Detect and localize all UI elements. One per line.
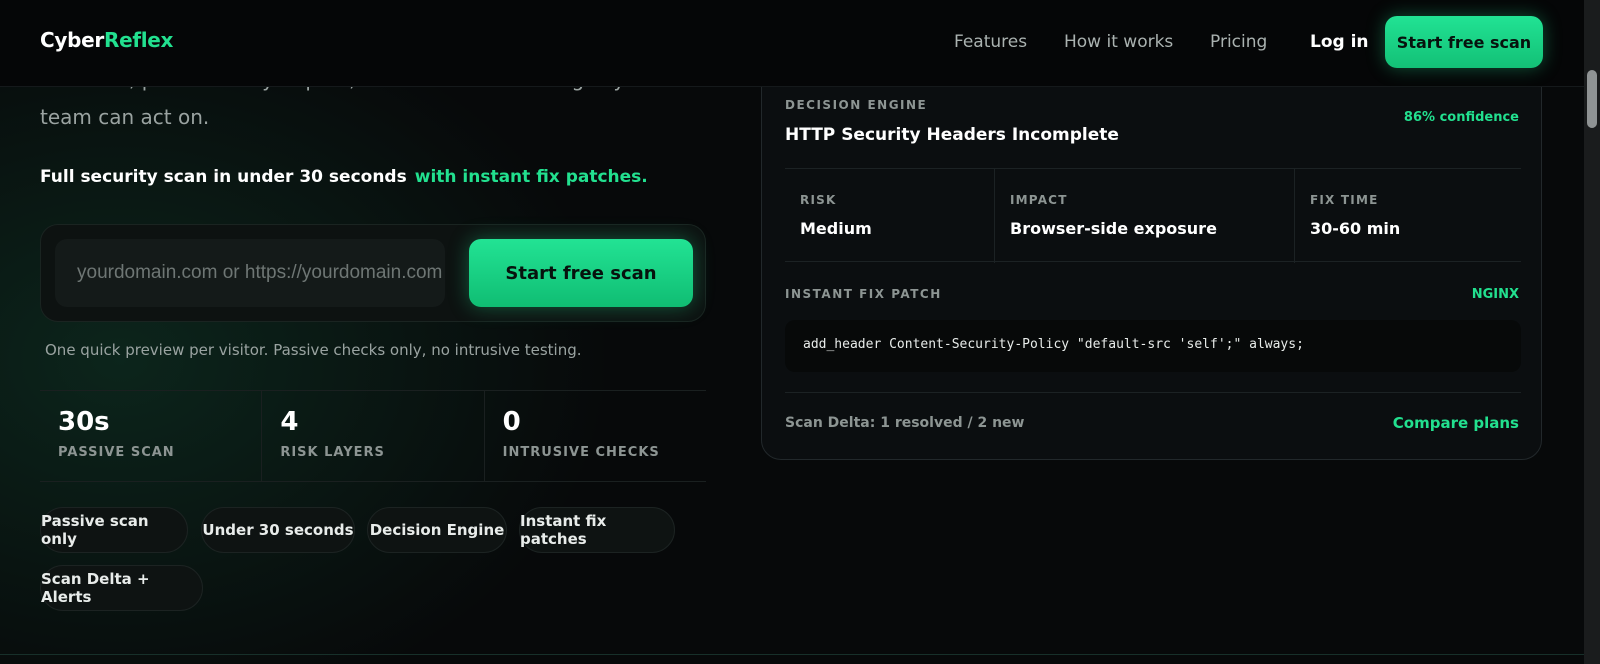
stats-row: 30s PASSIVE SCAN 4 RISK LAYERS 0 INTRUSI…: [40, 390, 706, 482]
metric-fix-time: FIX TIME 30-60 min: [1294, 169, 1521, 263]
logo-part-reflex: Reflex: [103, 28, 174, 52]
metric-value: Browser-side exposure: [1010, 219, 1217, 238]
nav-features[interactable]: Features: [954, 32, 1027, 52]
card-divider: [785, 392, 1521, 393]
page-scrollbar[interactable]: [1584, 0, 1600, 664]
confidence-badge: 86% confidence: [1403, 110, 1519, 125]
hero-description-line2: team can act on.: [40, 105, 210, 129]
stat-value: 30s: [58, 407, 110, 437]
metric-label: FIX TIME: [1310, 193, 1379, 207]
card-title: HTTP Security Headers Incomplete: [785, 125, 1119, 145]
stat-label: RISK LAYERS: [280, 445, 385, 460]
logo-part-cyber: Cyber: [40, 28, 104, 52]
start-scan-button[interactable]: Start free scan: [469, 239, 693, 307]
metric-value: Medium: [800, 219, 872, 238]
metric-label: RISK: [800, 193, 837, 207]
hero-subtitle: Full security scan in under 30 seconds wi…: [40, 167, 648, 187]
stat-risk-layers: 4 RISK LAYERS: [262, 391, 485, 481]
form-note: One quick preview per visitor. Passive c…: [45, 341, 582, 359]
chip-passive-scan: Passive scan only: [40, 507, 188, 553]
nav-pricing[interactable]: Pricing: [1210, 32, 1267, 52]
site-header: CyberReflex Features How it works Pricin…: [0, 0, 1584, 87]
hero-subtitle-accent: with instant fix patches.: [414, 167, 648, 187]
chip-decision-engine: Decision Engine: [367, 507, 507, 553]
patch-code: add_header Content-Security-Policy "defa…: [785, 320, 1521, 372]
metric-impact: IMPACT Browser-side exposure: [994, 169, 1294, 263]
decision-engine-card: DECISION ENGINE HTTP Security Headers In…: [761, 50, 1542, 460]
scrollbar-thumb[interactable]: [1587, 70, 1597, 128]
nav-login[interactable]: Log in: [1310, 32, 1369, 52]
card-eyebrow: DECISION ENGINE: [785, 98, 928, 112]
scan-delta: Scan Delta: 1 resolved / 2 new: [785, 415, 1025, 431]
stat-passive-scan: 30s PASSIVE SCAN: [40, 391, 263, 481]
chip-scan-delta-alerts: Scan Delta + Alerts: [40, 565, 203, 611]
metric-label: IMPACT: [1010, 193, 1068, 207]
metric-risk: RISK Medium: [785, 169, 994, 263]
nav-how-it-works[interactable]: How it works: [1064, 32, 1173, 52]
compare-plans-link[interactable]: Compare plans: [1393, 414, 1519, 432]
patch-language: NGINX: [1471, 287, 1519, 302]
stat-intrusive-checks: 0 INTRUSIVE CHECKS: [485, 391, 706, 481]
scan-form: Start free scan: [40, 224, 706, 322]
stat-label: INTRUSIVE CHECKS: [502, 445, 660, 460]
section-divider: [0, 654, 1584, 655]
metric-value: 30-60 min: [1310, 219, 1401, 238]
stat-value: 4: [280, 407, 299, 437]
stat-label: PASSIVE SCAN: [58, 445, 175, 460]
stat-value: 0: [502, 407, 521, 437]
header-start-scan-button[interactable]: Start free scan: [1385, 16, 1543, 68]
domain-input[interactable]: [55, 239, 445, 307]
patch-label: INSTANT FIX PATCH: [785, 287, 942, 301]
chip-instant-fix-patches: Instant fix patches: [519, 507, 675, 553]
logo[interactable]: CyberReflex: [40, 28, 173, 52]
metrics-row: RISK Medium IMPACT Browser-side exposure…: [785, 168, 1521, 263]
hero-subtitle-text: Full security scan in under 30 seconds: [40, 167, 407, 187]
chip-under-30-seconds: Under 30 seconds: [201, 507, 355, 553]
